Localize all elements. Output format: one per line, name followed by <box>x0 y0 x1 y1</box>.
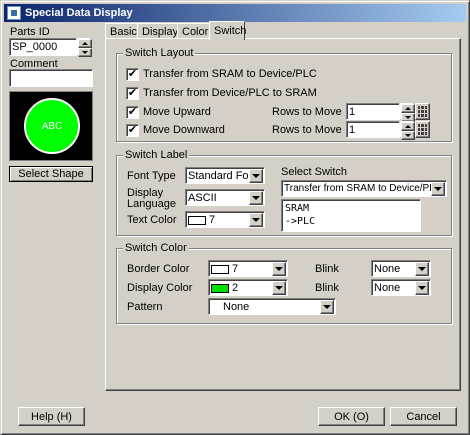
ok-button[interactable]: OK (O) <box>318 407 385 426</box>
border-color-dropdown[interactable]: 7 <box>208 260 288 277</box>
parts-id-field[interactable]: SP_0000 <box>9 38 77 56</box>
display-color-dropdown[interactable]: 2 <box>208 279 288 296</box>
move-upward-label: Move Upward <box>143 106 211 118</box>
text-color-swatch <box>188 215 206 225</box>
border-color-swatch <box>211 264 229 274</box>
pattern-value: None <box>223 301 250 313</box>
font-type-value: Standard Font <box>188 170 258 182</box>
select-switch-dropdown[interactable]: Transfer from SRAM to Device/PLC <box>281 180 447 197</box>
spin-up-icon[interactable] <box>401 122 415 131</box>
parts-id-label: Parts ID <box>10 26 50 38</box>
font-type-label: Font Type <box>127 170 176 182</box>
border-blink-label: Blink <box>315 263 339 275</box>
select-shape-button[interactable]: Select Shape <box>9 166 93 182</box>
display-color-label: Display Color <box>127 282 193 294</box>
move-downward-label: Move Downward <box>143 124 225 136</box>
spin-up-icon[interactable] <box>78 39 92 48</box>
border-blink-dropdown[interactable]: None <box>371 260 431 277</box>
font-type-dropdown[interactable]: Standard Font <box>185 167 265 184</box>
chevron-down-icon[interactable] <box>249 169 263 183</box>
preview-text: ABC <box>41 120 63 132</box>
border-color-value: 7 <box>232 263 239 275</box>
text-color-label: Text Color <box>127 214 177 226</box>
keypad-icon[interactable] <box>415 121 430 138</box>
transfer-sram-to-plc-label: Transfer from SRAM to Device/PLC <box>143 68 317 80</box>
pattern-dropdown[interactable]: None <box>208 298 336 315</box>
transfer-plc-to-sram-checkbox[interactable]: ✔ <box>126 87 139 100</box>
tab-color[interactable]: Color <box>177 23 214 39</box>
spin-up-icon[interactable] <box>401 104 415 113</box>
display-blink-dropdown[interactable]: None <box>371 279 431 296</box>
chevron-down-icon[interactable] <box>249 213 263 227</box>
move-upward-checkbox[interactable]: ✔ <box>126 106 139 119</box>
switch-label-text-area[interactable]: SRAM ->PLC <box>281 199 421 232</box>
switch-color-title: Switch Color <box>123 242 189 254</box>
display-color-swatch <box>211 283 229 293</box>
move-downward-checkbox[interactable]: ✔ <box>126 124 139 137</box>
keypad-icon[interactable] <box>415 103 430 120</box>
switch-layout-group: Switch Layout ✔ Transfer from SRAM to De… <box>116 47 452 142</box>
move-downward-rows-spinner[interactable] <box>400 121 415 140</box>
chevron-down-icon[interactable] <box>415 262 429 276</box>
help-button[interactable]: Help (H) <box>18 407 85 426</box>
transfer-plc-to-sram-label: Transfer from Device/PLC to SRAM <box>143 87 317 99</box>
window-icon <box>7 6 21 20</box>
cancel-button[interactable]: Cancel <box>390 407 457 426</box>
chevron-down-icon[interactable] <box>415 281 429 295</box>
switch-label-text-line2: ->PLC <box>285 216 316 227</box>
select-switch-value: Transfer from SRAM to Device/PLC <box>284 183 443 194</box>
tab-switch[interactable]: Switch <box>209 21 246 40</box>
parts-id-spinner[interactable] <box>77 38 92 57</box>
title-bar[interactable]: Special Data Display <box>4 4 466 22</box>
switch-color-group: Switch Color Border Color 7 Blink None D… <box>116 242 452 324</box>
move-upward-rows-label: Rows to Move <box>272 106 342 118</box>
transfer-sram-to-plc-checkbox[interactable]: ✔ <box>126 68 139 81</box>
switch-tab-panel: Switch Layout ✔ Transfer from SRAM to De… <box>105 38 461 391</box>
display-language-dropdown[interactable]: ASCII <box>185 189 265 206</box>
spin-down-icon[interactable] <box>401 131 415 140</box>
chevron-down-icon[interactable] <box>272 262 286 276</box>
display-blink-value: None <box>374 282 401 294</box>
switch-label-title: Switch Label <box>123 149 190 161</box>
switch-layout-title: Switch Layout <box>123 47 196 59</box>
display-language-value: ASCII <box>188 192 217 204</box>
switch-label-group: Switch Label Font Type Standard Font Dis… <box>116 149 452 236</box>
display-blink-label: Blink <box>315 282 339 294</box>
spin-down-icon[interactable] <box>78 48 92 57</box>
pattern-label: Pattern <box>127 301 163 313</box>
chevron-down-icon[interactable] <box>249 191 263 205</box>
display-language-label-line2: Language <box>127 198 176 210</box>
select-switch-label: Select Switch <box>281 166 348 178</box>
move-downward-rows-label: Rows to Move <box>272 124 342 136</box>
dialog-window: Special Data Display Parts ID SP_0000 Co… <box>0 0 470 435</box>
window-title: Special Data Display <box>25 7 133 19</box>
chevron-down-icon[interactable] <box>272 281 286 295</box>
chevron-down-icon[interactable] <box>320 300 334 314</box>
move-downward-rows-field[interactable]: 1 <box>346 121 400 138</box>
display-language-label: Display Language <box>127 188 176 210</box>
preview-circle: ABC <box>24 98 80 154</box>
text-color-value: 7 <box>209 214 216 226</box>
border-color-label: Border Color <box>127 263 190 275</box>
display-color-value: 2 <box>232 282 239 294</box>
border-blink-value: None <box>374 263 401 275</box>
chevron-down-icon[interactable] <box>431 182 445 196</box>
comment-field[interactable] <box>9 69 93 87</box>
move-upward-rows-field[interactable]: 1 <box>346 103 400 120</box>
shape-preview: ABC <box>9 91 93 161</box>
text-color-dropdown[interactable]: 7 <box>185 211 265 228</box>
switch-label-text-line1: SRAM <box>285 203 310 214</box>
move-upward-rows-spinner[interactable] <box>400 103 415 122</box>
